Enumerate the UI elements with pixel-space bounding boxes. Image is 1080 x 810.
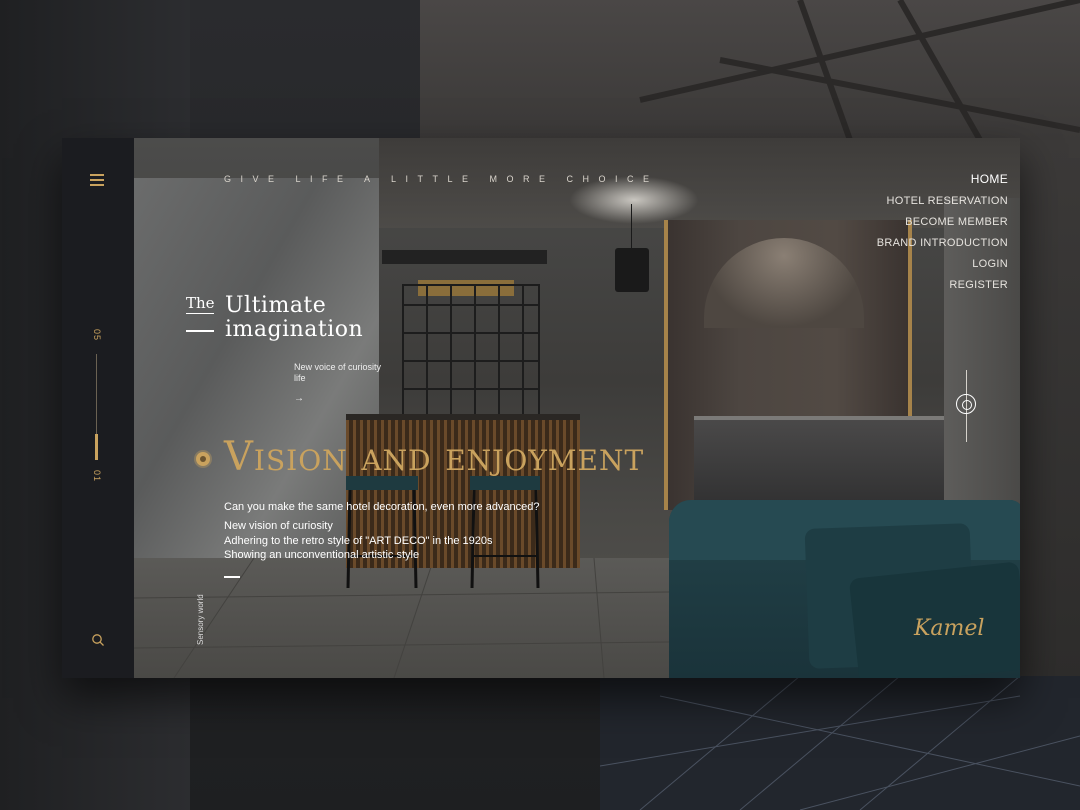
hamburger-menu-icon[interactable] <box>90 174 104 188</box>
hero-line: Adhering to the retro style of "ART DECO… <box>224 535 493 547</box>
hero-title: Vision and enjoyment <box>224 434 645 480</box>
hero-section: Kamel GIVE LIFE A LITTLE MORE CHOICE The… <box>134 138 1020 678</box>
arrow-right-icon[interactable]: → <box>294 393 304 404</box>
pendant-lamp <box>615 248 649 292</box>
pendant-cord <box>631 204 632 248</box>
nav-login[interactable]: LOGIN <box>877 258 1008 270</box>
headline-line2: imagination <box>225 317 364 342</box>
bar-stool <box>346 476 418 588</box>
sensory-world-label: Sensory world <box>196 594 205 645</box>
hero-line: New vision of curiosity <box>224 520 333 532</box>
page-total: 05 <box>92 328 103 342</box>
website-window: 05 01 Kamel GIVE LIFE A LITTLE MORE CHOI… <box>62 138 1020 678</box>
headline-line1: Ultimate <box>225 293 327 318</box>
pager-indicator[interactable] <box>95 434 98 460</box>
the-underline <box>186 313 214 314</box>
nav-hotel-reservation[interactable]: HOTEL RESERVATION <box>877 195 1008 207</box>
title-bullet-icon <box>196 452 210 466</box>
hero-question: Can you make the same hotel decoration, … <box>224 501 540 513</box>
page-current: 01 <box>92 469 103 483</box>
nav-become-member[interactable]: BECOME MEMBER <box>877 216 1008 228</box>
slider-knob[interactable] <box>956 394 976 414</box>
wine-shelf <box>402 284 540 418</box>
tagline: GIVE LIFE A LITTLE MORE CHOICE <box>224 174 659 184</box>
search-icon[interactable] <box>91 633 105 647</box>
bar-hood-rack <box>382 250 547 264</box>
backdrop-ceiling-pattern <box>639 0 1080 140</box>
nav-brand-introduction[interactable]: BRAND INTRODUCTION <box>877 237 1008 249</box>
nav-register[interactable]: REGISTER <box>877 279 1008 291</box>
nav-home[interactable]: HOME <box>877 172 1008 186</box>
headline-dash <box>186 330 214 332</box>
subnote: New voice of curiosity life <box>294 362 382 383</box>
hero-line: Showing an unconventional artistic style <box>224 549 420 561</box>
backdrop-right-wall <box>1020 140 1080 680</box>
section-dash <box>224 576 240 578</box>
main-nav: HOME HOTEL RESERVATION BECOME MEMBER BRA… <box>877 172 1008 300</box>
sidebar: 05 01 <box>62 138 134 678</box>
reception-desk <box>694 420 944 512</box>
backdrop-rug-pattern <box>600 676 1080 810</box>
bar-stool <box>470 476 540 588</box>
the-label: The <box>186 294 215 312</box>
brand-signature: Kamel <box>914 616 985 641</box>
